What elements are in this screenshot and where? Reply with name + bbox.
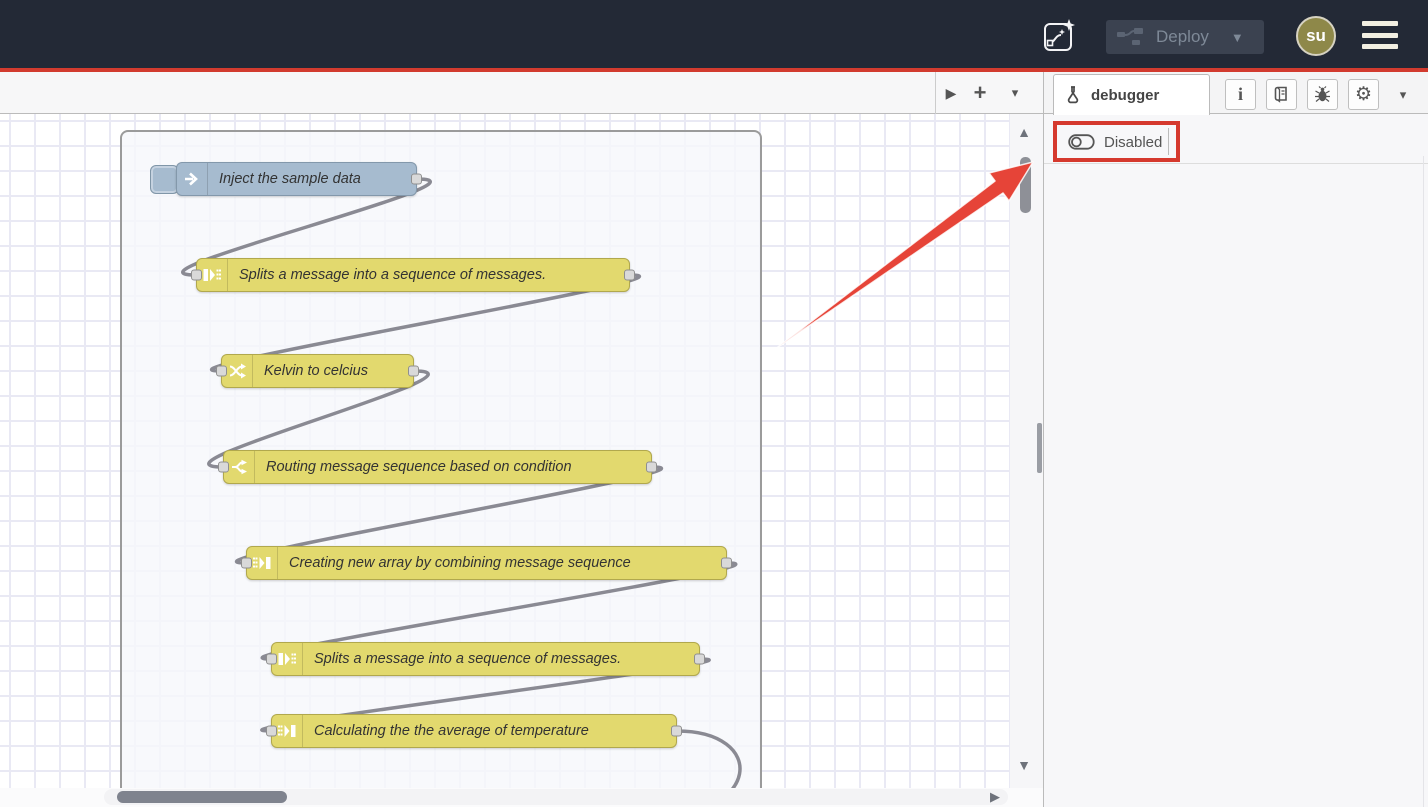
output-port[interactable]: [624, 270, 635, 281]
debugger-panel: Disabled: [1044, 114, 1428, 807]
node-label: Splits a message into a sequence of mess…: [303, 643, 633, 675]
bug-icon: [1314, 86, 1331, 103]
tab-debugger-label: debugger: [1091, 87, 1159, 104]
toggle-off-icon: [1068, 133, 1095, 151]
node-change[interactable]: Kelvin to celcius: [221, 354, 414, 388]
workspace-tabbar: ▶ + ▾: [0, 72, 1043, 114]
scroll-up-icon[interactable]: ▲: [1014, 124, 1034, 140]
node-split-2[interactable]: Splits a message into a sequence of mess…: [271, 642, 700, 676]
output-port[interactable]: [671, 726, 682, 737]
app-header: Deploy ▼ su: [0, 0, 1428, 68]
horizontal-scrollbar-thumb[interactable]: [117, 791, 287, 803]
node-label: Kelvin to celcius: [253, 355, 380, 387]
book-icon: [1273, 86, 1290, 103]
node-label: Routing message sequence based on condit…: [255, 451, 584, 483]
info-icon: i: [1238, 84, 1243, 105]
flask-icon: [1066, 86, 1083, 104]
input-port[interactable]: [266, 726, 277, 737]
sidebar-resize-grip[interactable]: [1037, 423, 1042, 473]
main-menu-icon[interactable]: [1362, 21, 1398, 49]
input-port[interactable]: [216, 366, 227, 377]
node-red-app: Deploy ▼ su ▶ + ▾: [0, 0, 1428, 807]
output-port[interactable]: [646, 462, 657, 473]
output-port[interactable]: [408, 366, 419, 377]
add-flow-button[interactable]: +: [964, 72, 996, 114]
flow-canvas[interactable]: Inject the sample data Splits a message …: [0, 114, 1043, 788]
deploy-label: Deploy: [1156, 27, 1209, 47]
debug-button[interactable]: [1307, 79, 1338, 110]
node-join-1[interactable]: Creating new array by combining message …: [246, 546, 727, 580]
input-port[interactable]: [191, 270, 202, 281]
flow-assistant-icon[interactable]: [1042, 17, 1078, 55]
scroll-tabs-right-icon[interactable]: ▶: [936, 72, 966, 114]
node-split-1[interactable]: Splits a message into a sequence of mess…: [196, 258, 630, 292]
output-port[interactable]: [411, 174, 422, 185]
output-port[interactable]: [721, 558, 732, 569]
input-port[interactable]: [266, 654, 277, 665]
avatar-initials: su: [1306, 26, 1326, 46]
sidebar-scroll-track: [1423, 156, 1424, 807]
sidebar-collapse-icon[interactable]: ▾: [1389, 79, 1417, 110]
vertical-scrollbar-thumb[interactable]: [1020, 157, 1031, 213]
horizontal-scrollbar: ▶: [0, 788, 1043, 807]
info-button[interactable]: i: [1225, 79, 1256, 110]
node-join-2[interactable]: Calculating the the average of temperatu…: [271, 714, 677, 748]
tab-debugger[interactable]: debugger: [1053, 74, 1210, 115]
scroll-right-icon[interactable]: ▶: [986, 789, 1004, 805]
deploy-button[interactable]: Deploy ▼: [1106, 20, 1264, 54]
node-label: Calculating the the average of temperatu…: [303, 715, 601, 747]
debugger-toolbar-row: Disabled: [1044, 114, 1428, 164]
help-button[interactable]: [1266, 79, 1297, 110]
disabled-label: Disabled: [1104, 134, 1162, 151]
deploy-caret-icon[interactable]: ▼: [1231, 30, 1244, 45]
deploy-wire-icon: [1116, 27, 1146, 47]
scroll-down-icon[interactable]: ▼: [1014, 757, 1034, 773]
input-port[interactable]: [241, 558, 252, 569]
node-label: Inject the sample data: [208, 163, 373, 195]
inject-icon: [177, 163, 208, 195]
sidebar: debugger i ⚙: [1043, 72, 1428, 807]
sidebar-tabbar: debugger i ⚙: [1044, 72, 1428, 114]
node-label: Splits a message into a sequence of mess…: [228, 259, 558, 291]
node-label: Creating new array by combining message …: [278, 547, 643, 579]
flows-list-icon[interactable]: ▾: [1000, 72, 1030, 114]
node-switch[interactable]: Routing message sequence based on condit…: [223, 450, 652, 484]
debugger-disabled-toggle[interactable]: Disabled: [1058, 125, 1172, 159]
output-port[interactable]: [694, 654, 705, 665]
toolbar-separator: [1168, 128, 1169, 155]
inject-trigger-button[interactable]: [150, 165, 179, 194]
user-avatar[interactable]: su: [1296, 16, 1336, 56]
input-port[interactable]: [218, 462, 229, 473]
gear-icon: ⚙: [1355, 85, 1372, 104]
node-inject[interactable]: Inject the sample data: [176, 162, 417, 196]
settings-button[interactable]: ⚙: [1348, 79, 1379, 110]
